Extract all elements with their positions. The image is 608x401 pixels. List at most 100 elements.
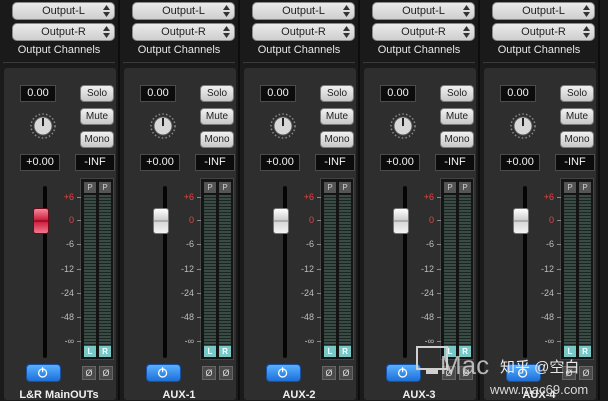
output-l-select[interactable]: Output-L [132,2,235,20]
pan-knob-icon[interactable] [149,112,177,140]
scale-tick [197,220,201,221]
meter-bar-left [84,195,96,347]
scale-tick [197,293,201,294]
fader-handle[interactable] [33,208,49,234]
level-meter: P P L R [200,178,234,360]
peak-hold-right[interactable]: P [339,182,351,193]
gain-value[interactable]: +0.00 [500,154,540,171]
scale-label: -∞ [304,336,314,346]
scale-tick [197,197,201,198]
scale-tick [317,220,321,221]
scale-tick [77,220,81,221]
output-r-select[interactable]: Output-R [132,23,235,41]
peak-hold-right[interactable]: P [579,182,591,193]
scale-label: +6 [303,192,314,202]
pan-knob-icon[interactable] [509,112,537,140]
gain-value[interactable]: +0.00 [380,154,420,171]
output-r-select[interactable]: Output-R [372,23,475,41]
solo-button[interactable]: Solo [200,85,234,102]
pan-value[interactable]: 0.00 [20,85,56,102]
peak-hold-left[interactable]: P [564,182,576,193]
phase-invert-right[interactable]: Ø [219,366,233,380]
fader-handle[interactable] [273,208,289,234]
pan-value[interactable]: 0.00 [500,85,536,102]
mute-button[interactable]: Mute [200,108,234,125]
gain-value[interactable]: +0.00 [260,154,300,171]
meter-bar-left [324,195,336,347]
power-button[interactable] [146,364,181,382]
phase-invert-left[interactable]: Ø [202,366,216,380]
scale-label: +6 [183,192,194,202]
scale-tick [557,197,561,198]
level-meter: P P L R [80,178,114,360]
scale-tick [557,220,561,221]
scale-label: +6 [543,192,554,202]
peak-hold-left[interactable]: P [444,182,456,193]
scale-label: -12 [420,264,434,274]
output-l-select[interactable]: Output-L [252,2,355,20]
scale-label: -24 [300,288,314,298]
solo-button[interactable]: Solo [560,85,594,102]
channel-name[interactable]: AUX-2 [240,389,358,401]
fader-handle[interactable] [153,208,169,234]
solo-button[interactable]: Solo [440,85,474,102]
mono-button[interactable]: Mono [440,131,474,148]
output-l-select[interactable]: Output-L [372,2,475,20]
output-r-select[interactable]: Output-R [12,23,115,41]
mono-button[interactable]: Mono [560,131,594,148]
channel-name[interactable]: L&R MainOUTs [0,389,118,401]
peak-hold-right[interactable]: P [459,182,471,193]
mute-button[interactable]: Mute [560,108,594,125]
scale-label: -6 [425,239,434,249]
gain-value[interactable]: +0.00 [20,154,60,171]
output-channels-label: Output Channels [257,44,341,56]
fader-handle[interactable] [513,208,529,234]
peak-value: -INF [75,154,115,171]
phase-invert-right[interactable]: Ø [99,366,113,380]
scale-label: 0 [308,215,314,225]
fader-handle[interactable] [393,208,409,234]
scale-label: 0 [188,215,194,225]
pan-value[interactable]: 0.00 [140,85,176,102]
peak-hold-left[interactable]: P [324,182,336,193]
solo-button[interactable]: Solo [320,85,354,102]
level-meter: P P L R [440,178,474,360]
mono-button[interactable]: Mono [200,131,234,148]
output-r-select[interactable]: Output-R [252,23,355,41]
mute-button[interactable]: Mute [320,108,354,125]
power-button[interactable] [266,364,301,382]
scale-tick [557,317,561,318]
pan-knob-icon[interactable] [29,112,57,140]
mute-button[interactable]: Mute [80,108,114,125]
mute-button[interactable]: Mute [440,108,474,125]
pan-value[interactable]: 0.00 [260,85,296,102]
peak-hold-left[interactable]: P [204,182,216,193]
pan-value[interactable]: 0.00 [380,85,416,102]
output-r-select[interactable]: Output-R [492,23,595,41]
scale-tick [437,269,441,270]
phase-invert-left[interactable]: Ø [322,366,336,380]
mono-button[interactable]: Mono [320,131,354,148]
updown-arrows-icon [103,26,110,38]
phase-invert-left[interactable]: Ø [82,366,96,380]
peak-hold-right[interactable]: P [99,182,111,193]
solo-button[interactable]: Solo [80,85,114,102]
phase-invert-right[interactable]: Ø [339,366,353,380]
output-l-label: Output-L [402,5,445,17]
scale-label: -48 [540,312,554,322]
scale-tick [317,341,321,342]
gain-value[interactable]: +0.00 [140,154,180,171]
output-l-select[interactable]: Output-L [12,2,115,20]
strip-panel: 0.00 Solo Mute Mono +0.00 -INF P P L R +… [4,68,116,400]
channel-name[interactable]: AUX-1 [120,389,238,401]
scale-label: 0 [68,215,74,225]
pan-knob-icon[interactable] [269,112,297,140]
pan-knob-icon[interactable] [389,112,417,140]
power-button[interactable] [26,364,61,382]
output-l-select[interactable]: Output-L [492,2,595,20]
peak-hold-left[interactable]: P [84,182,96,193]
mono-button[interactable]: Mono [80,131,114,148]
strip-panel: 0.00 Solo Mute Mono +0.00 -INF P P L R +… [124,68,236,400]
peak-hold-right[interactable]: P [219,182,231,193]
output-l-label: Output-L [282,5,325,17]
